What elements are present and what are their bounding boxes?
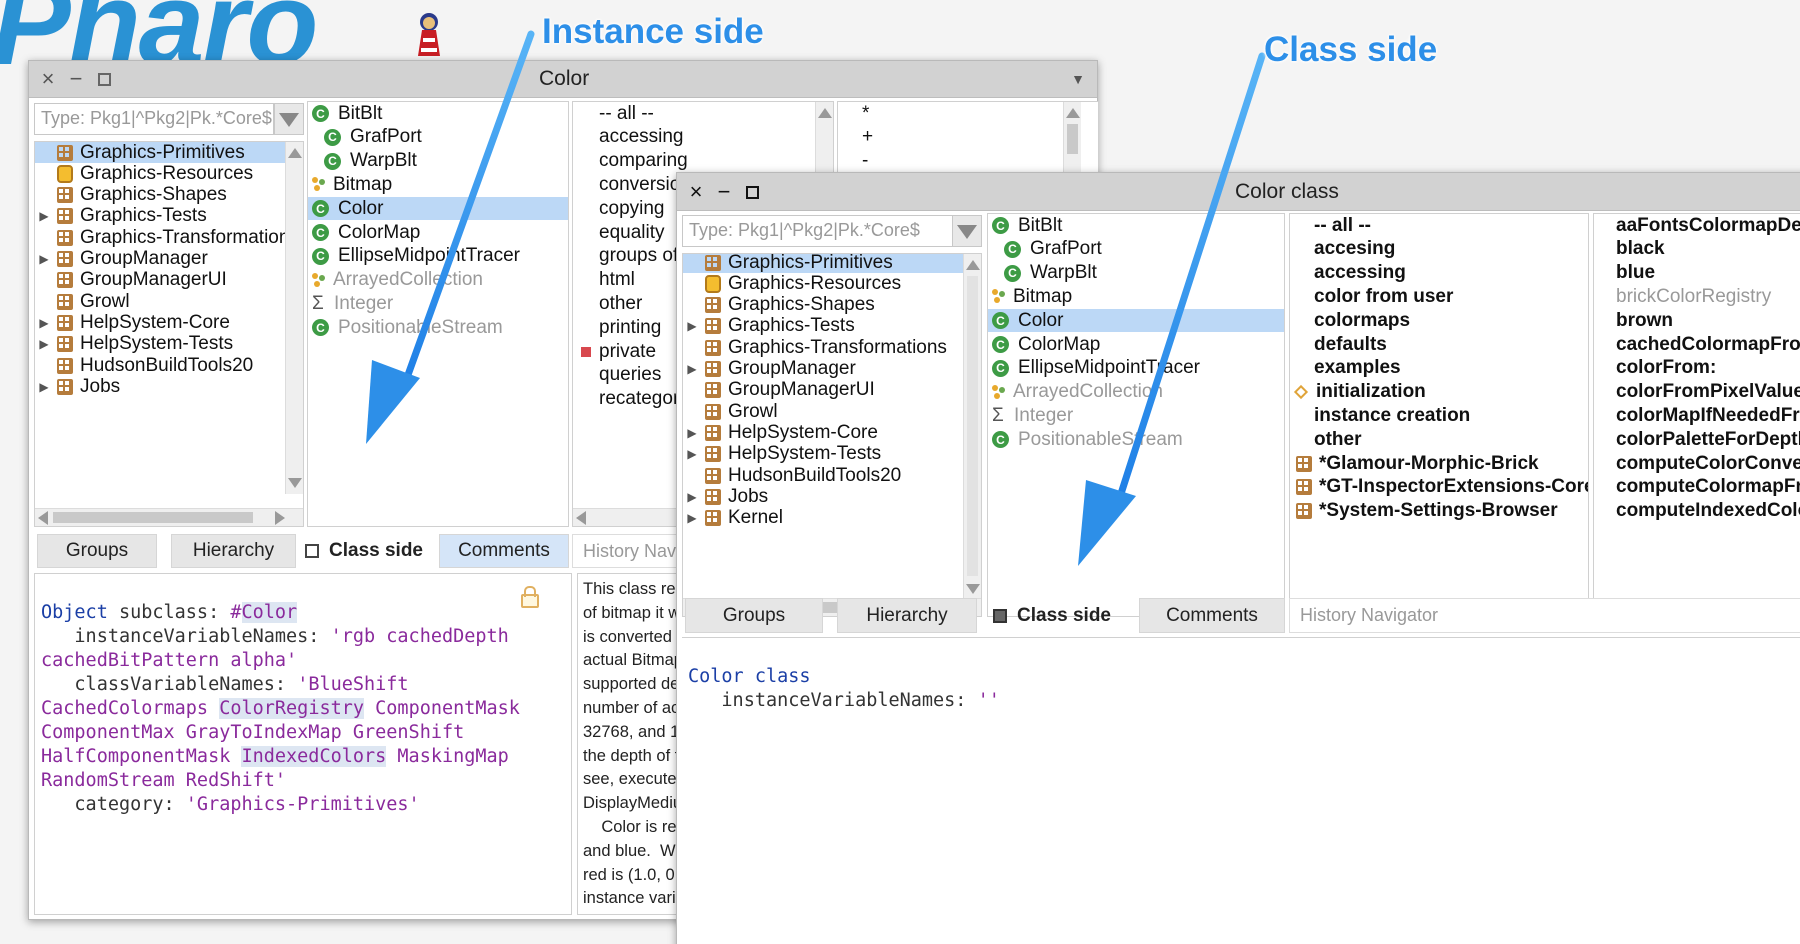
class-side-annotation: Class side <box>1264 30 1438 69</box>
class-side-arrow <box>1078 52 1266 566</box>
instance-side-annotation: Instance side <box>542 12 764 51</box>
instance-side-arrow <box>366 30 535 444</box>
annotation-arrows <box>366 30 1266 566</box>
